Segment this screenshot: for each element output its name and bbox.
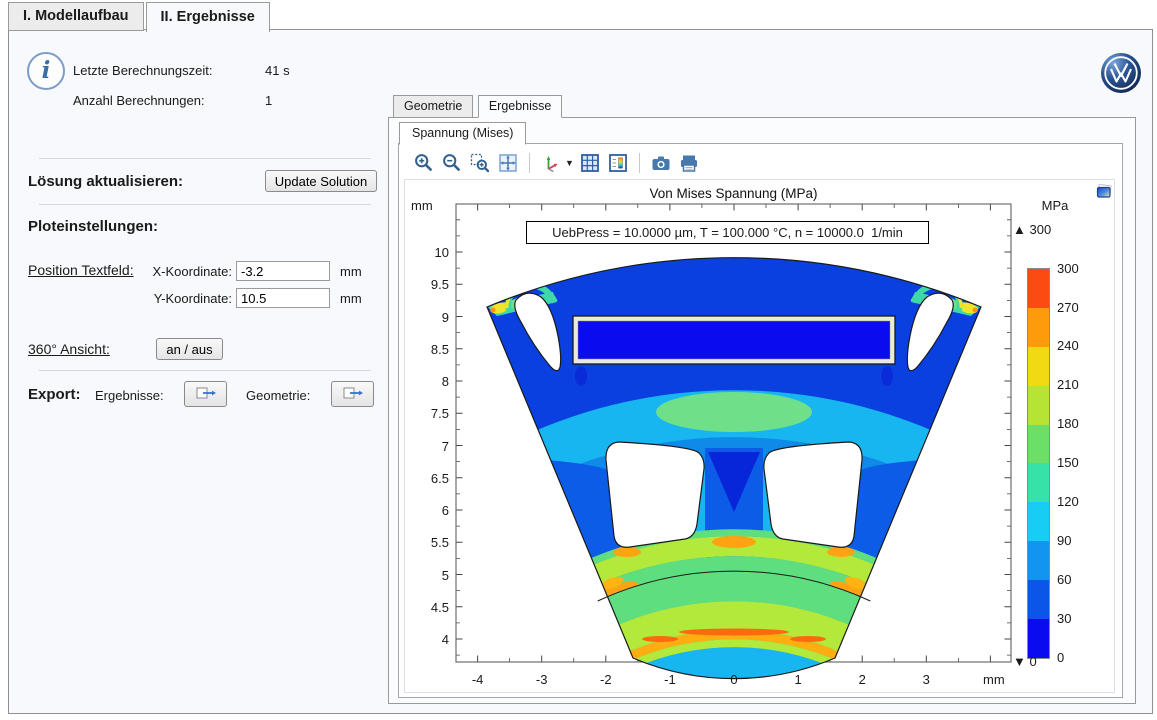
grid-icon[interactable] <box>578 151 602 175</box>
graphics-toolbar: ▼ <box>406 149 1116 176</box>
export-results-button[interactable] <box>184 381 227 407</box>
colorbar-tick-label: 180 <box>1057 416 1079 431</box>
zoom-out-icon[interactable] <box>440 151 464 175</box>
update-solution-button[interactable]: Update Solution <box>265 170 377 192</box>
y-axis-unit: mm <box>411 198 433 213</box>
main-tab-bar: I. Modellaufbau II. Ergebnisse <box>8 2 272 32</box>
x-tick-label: -4 <box>463 672 493 687</box>
triangle-down-icon: ▼ <box>1013 654 1029 669</box>
y-tick-label: 4 <box>413 632 449 647</box>
y-coordinate-label: Y-Koordinate: <box>142 291 232 306</box>
colorbar-unit: MPa <box>1035 198 1075 213</box>
info-icon: i <box>27 52 65 90</box>
y-tick-label: 8.5 <box>413 342 449 357</box>
legend-icon[interactable] <box>606 151 630 175</box>
app-root: { "window": { "tabs": [ {"label": "I. Mo… <box>0 0 1157 720</box>
x-tick-label: 2 <box>847 672 877 687</box>
y-tick-label: 9.5 <box>413 277 449 292</box>
zoom-in-icon[interactable] <box>412 151 436 175</box>
contour-fills <box>405 180 1114 692</box>
view-360-label: 360° Ansicht: <box>28 341 110 357</box>
divider <box>39 204 371 205</box>
textfield-position-label: Position Textfeld: <box>28 262 134 278</box>
computation-count-value: 1 <box>265 93 272 108</box>
export-results-label: Ergebnisse: <box>95 388 164 403</box>
zoom-extents-icon[interactable] <box>496 151 520 175</box>
x-tick-label: 1 <box>783 672 813 687</box>
colorbar-tick-label: 240 <box>1057 338 1079 353</box>
divider <box>39 370 371 371</box>
plot-annotation: UebPress = 10.0000 µm, T = 100.000 °C, n… <box>526 221 929 244</box>
x-tick-label: 0 <box>719 672 749 687</box>
y-tick-label: 8 <box>413 374 449 389</box>
x-tick-label: -1 <box>655 672 685 687</box>
toolbar-separator <box>529 153 530 173</box>
export-icon <box>195 385 217 404</box>
export-label: Export: <box>28 386 81 403</box>
tab-geometrie[interactable]: Geometrie <box>393 95 473 118</box>
tab-graphics-ergebnisse[interactable]: Ergebnisse <box>478 95 563 118</box>
colorbar-tick-label: 270 <box>1057 300 1079 315</box>
y-tick-label: 9 <box>413 310 449 325</box>
export-geometry-label: Geometrie: <box>246 388 310 403</box>
y-tick-label: 5.5 <box>413 535 449 550</box>
y-tick-label: 6 <box>413 503 449 518</box>
last-computation-value: 41 s <box>265 63 290 78</box>
y-tick-label: 10 <box>413 245 449 260</box>
divider <box>39 158 371 159</box>
zoom-box-icon[interactable] <box>468 151 492 175</box>
export-geometry-button[interactable] <box>331 381 374 407</box>
tab-spannung-mises[interactable]: Spannung (Mises) <box>399 122 526 145</box>
x-tick-label: -2 <box>591 672 621 687</box>
triangle-up-icon: ▲ <box>1013 222 1029 237</box>
x-coordinate-unit: mm <box>340 264 362 279</box>
y-coordinate-unit: mm <box>340 291 362 306</box>
view-orientation-icon[interactable] <box>539 151 563 175</box>
colorbar-tick-label: 300 <box>1057 261 1079 276</box>
colorbar-tick-label: 150 <box>1057 455 1079 470</box>
y-tick-label: 6.5 <box>413 471 449 486</box>
colorbar-min-marker: ▼ 0 <box>1013 654 1037 669</box>
vw-logo <box>1100 52 1142 99</box>
print-icon[interactable] <box>677 151 701 175</box>
colorbar-max-marker: ▲ 300 <box>1013 222 1051 237</box>
y-tick-label: 7.5 <box>413 406 449 421</box>
y-coordinate-input[interactable] <box>236 288 330 308</box>
y-tick-label: 5 <box>413 568 449 583</box>
tab-ergebnisse[interactable]: II. Ergebnisse <box>146 2 270 32</box>
x-coordinate-label: X-Koordinate: <box>142 264 232 279</box>
colorbar-tick-label: 210 <box>1057 377 1079 392</box>
chevron-down-icon[interactable]: ▼ <box>565 158 574 168</box>
colorbar-tick-label: 120 <box>1057 494 1079 509</box>
snapshot-icon[interactable] <box>649 151 673 175</box>
graphics-tab-bar: Geometrie Ergebnisse <box>393 95 562 118</box>
x-axis-unit: mm <box>983 672 1005 687</box>
y-tick-label: 4.5 <box>413 600 449 615</box>
colorbar-tick-label: 60 <box>1057 572 1071 587</box>
x-tick-label: -3 <box>527 672 557 687</box>
x-coordinate-input[interactable] <box>236 261 330 281</box>
graphics-area[interactable]: Von Mises Spannung (MPa) <box>404 179 1115 693</box>
colorbar-tick-label: 30 <box>1057 611 1071 626</box>
x-tick-label: 3 <box>911 672 941 687</box>
tab-modellaufbau[interactable]: I. Modellaufbau <box>8 2 144 31</box>
update-solution-label: Lösung aktualisieren: <box>28 173 183 190</box>
colorbar-tick-label: 90 <box>1057 533 1071 548</box>
plot-settings-heading: Ploteinstellungen: <box>28 218 158 235</box>
last-computation-label: Letzte Berechnungszeit: <box>73 63 212 78</box>
app-window: i Letzte Berechnungszeit: 41 s Anzahl Be… <box>8 29 1153 714</box>
colorbar-tick-label: 0 <box>1057 650 1064 665</box>
export-icon <box>342 385 364 404</box>
toolbar-separator <box>639 153 640 173</box>
computation-count-label: Anzahl Berechnungen: <box>73 93 205 108</box>
stress-contour-plot[interactable] <box>405 180 1114 692</box>
y-tick-label: 7 <box>413 439 449 454</box>
colorbar <box>1027 268 1050 659</box>
view-360-toggle-button[interactable]: an / aus <box>156 338 223 360</box>
magnet-rectangle <box>573 316 895 364</box>
